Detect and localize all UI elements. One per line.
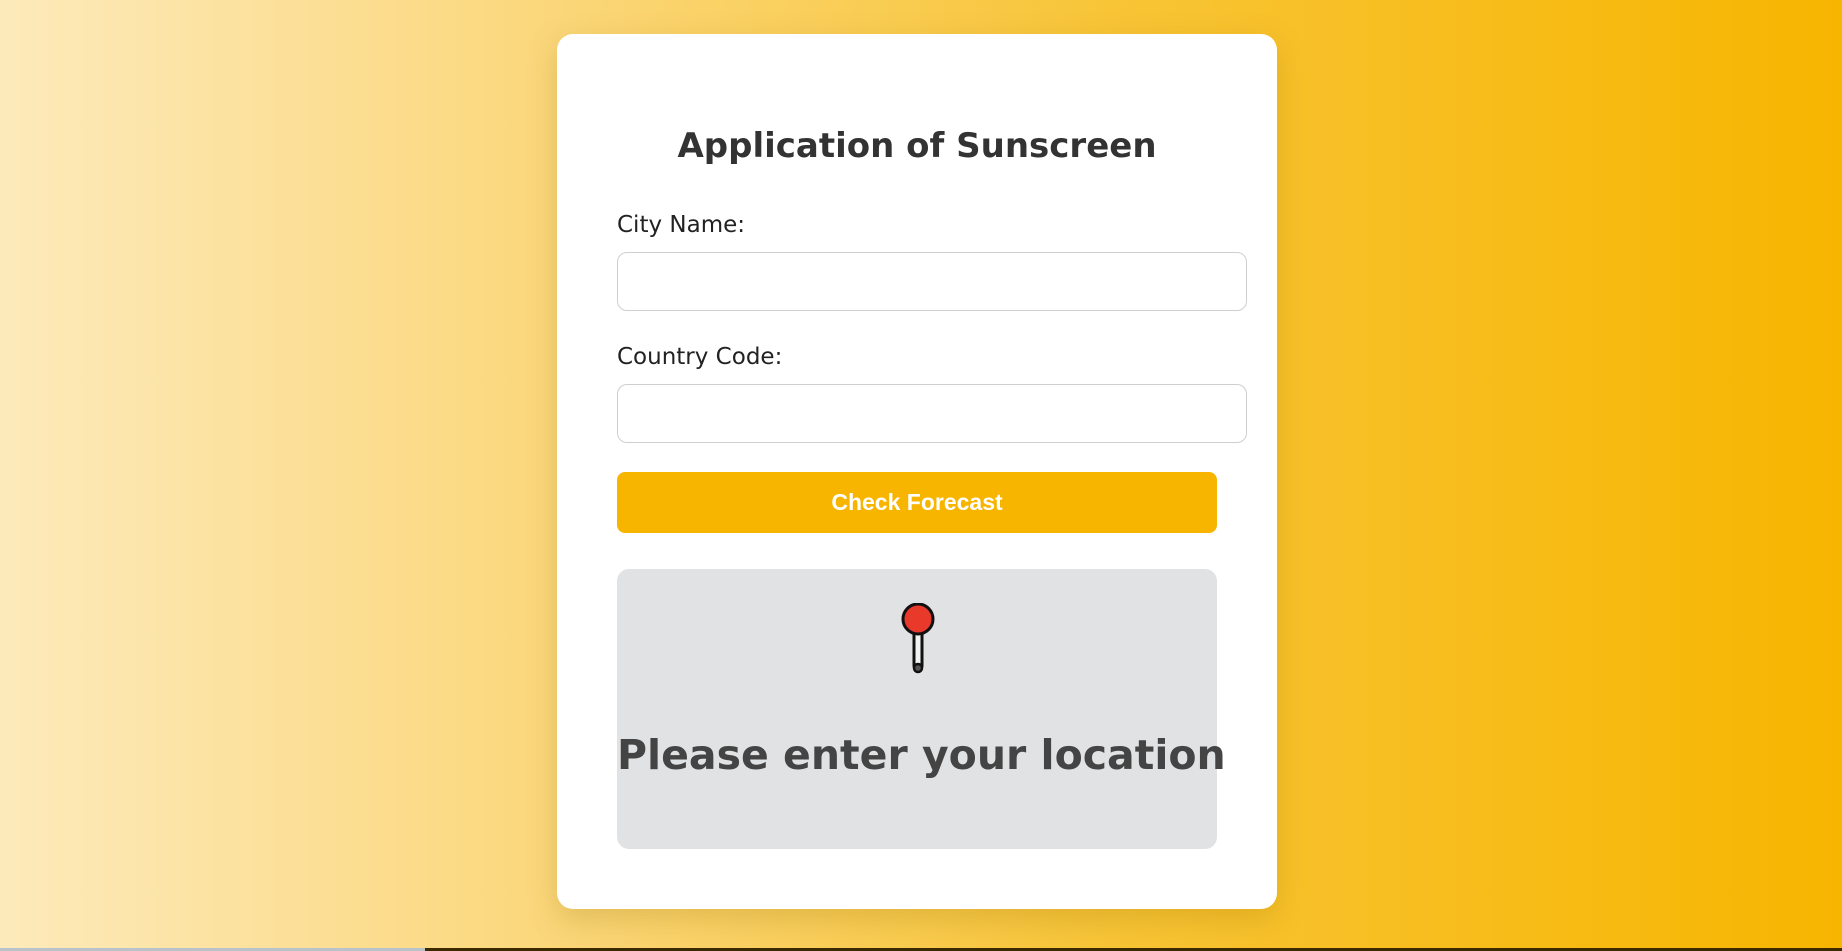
- city-name-input[interactable]: [617, 252, 1247, 311]
- round-pushpin-icon: [900, 602, 936, 675]
- app-title: Application of Sunscreen: [677, 126, 1157, 166]
- country-code-label: Country Code:: [617, 344, 783, 370]
- location-prompt-message: Please enter your location: [617, 731, 1226, 779]
- result-panel: Please enter your location: [617, 569, 1226, 849]
- city-name-label: City Name:: [617, 212, 745, 238]
- check-forecast-button[interactable]: Check Forecast: [617, 472, 1217, 533]
- forecast-card: Application of Sunscreen City Name: Coun…: [557, 34, 1277, 909]
- country-code-input[interactable]: [617, 384, 1247, 443]
